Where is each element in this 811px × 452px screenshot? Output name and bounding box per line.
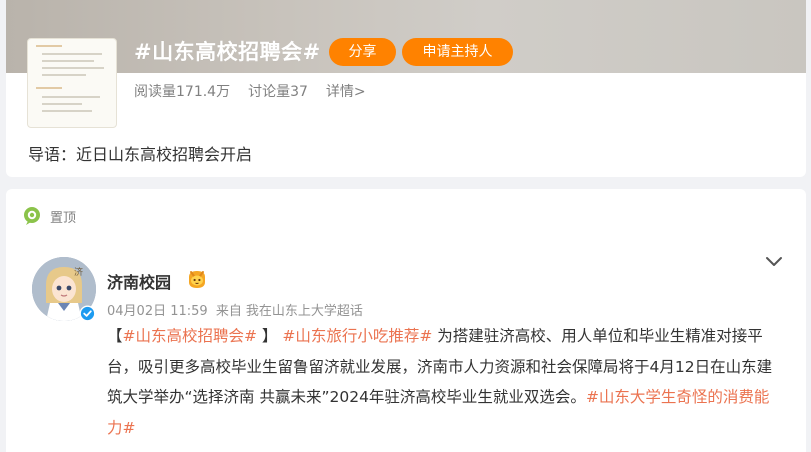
pin-icon	[24, 207, 40, 225]
chevron-down-icon[interactable]	[764, 255, 784, 269]
share-button[interactable]: 分享	[329, 38, 396, 66]
post-text: 【#山东高校招聘会# 】 #山东旅行小吃推荐# 为搭建驻济高校、用人单位和毕业生…	[107, 321, 779, 443]
bracket-open: 【	[107, 327, 123, 345]
topic-stats: 阅读量171.4万 讨论量37 详情>	[134, 81, 366, 101]
author-badge-icon[interactable]	[186, 268, 208, 290]
detail-link[interactable]: 详情>	[326, 81, 366, 101]
post-date[interactable]: 04月02日 11:59	[107, 304, 208, 319]
post-source[interactable]: 我在山东上大学超话	[246, 304, 363, 319]
bracket-close: 】	[257, 327, 278, 345]
pinned-indicator: 置顶	[22, 206, 76, 226]
discussion-count: 讨论量37	[248, 84, 308, 100]
pinned-post-card: 置顶 济 济南校园 04月02日 11:59 来自 我在山东上大学超话 【#山东…	[6, 189, 806, 452]
read-count: 阅读量171.4万	[134, 84, 231, 100]
topic-link-2[interactable]: #山东旅行小吃推荐#	[282, 327, 432, 345]
post-source-prefix: 来自	[215, 304, 242, 319]
topic-link-1[interactable]: #山东高校招聘会#	[123, 327, 257, 345]
post-meta: 04月02日 11:59 来自 我在山东上大学超话	[107, 300, 363, 319]
topic-intro: 导语：近日山东高校招聘会开启	[28, 145, 253, 164]
topic-header-card: #山东高校招聘会# 分享 申请主持人 阅读量171.4万 讨论量37 详情> 导…	[6, 0, 806, 177]
topic-title: #山东高校招聘会#	[134, 40, 321, 64]
pinned-label: 置顶	[50, 210, 77, 226]
apply-host-button[interactable]: 申请主持人	[402, 38, 513, 66]
author-name[interactable]: 济南校园	[107, 269, 171, 293]
verified-icon	[79, 305, 96, 322]
topic-thumbnail[interactable]	[27, 38, 117, 128]
svg-text:济: 济	[74, 266, 83, 278]
